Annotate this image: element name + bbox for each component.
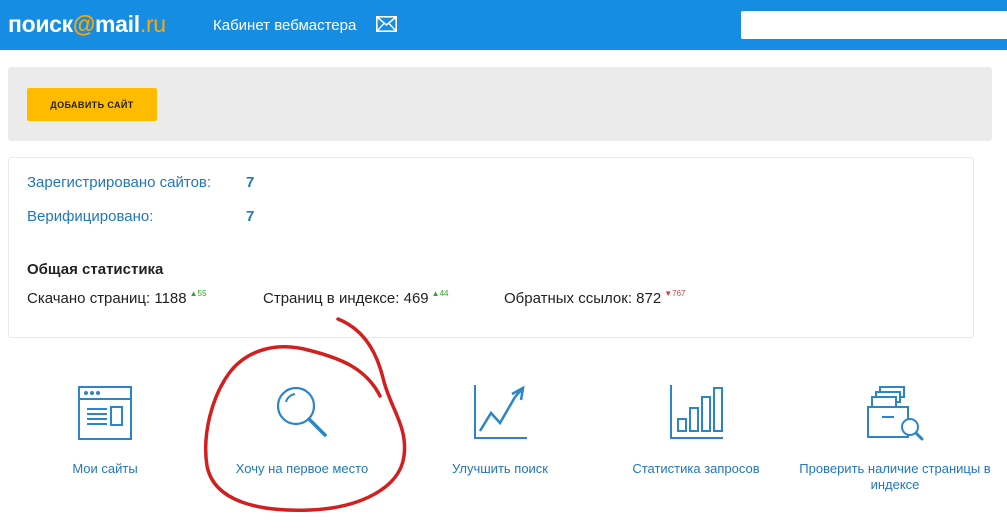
website-window-icon	[78, 386, 132, 440]
registered-sites-count[interactable]: 7	[246, 174, 254, 191]
downloaded-pages-label: Скачано страниц:	[27, 290, 155, 307]
indexed-pages-label: Страниц в индексе:	[263, 290, 404, 307]
downloaded-pages-stat: Скачано страниц: 1188 ▲55	[27, 289, 206, 307]
tool-improve-search-label[interactable]: Улучшить поиск	[440, 461, 560, 477]
indexed-pages-delta: ▲44	[431, 289, 449, 298]
envelope-icon[interactable]	[376, 16, 397, 32]
page-title: Кабинет вебмастера	[213, 17, 357, 34]
tool-check-index[interactable]: Проверить наличие страницы в индексе	[790, 383, 1000, 493]
backlinks-value: 872	[636, 290, 662, 307]
verified-sites-count[interactable]: 7	[246, 208, 254, 225]
tool-query-stats[interactable]: Статистика запросов	[621, 383, 771, 477]
verified-sites-link[interactable]: Верифицировано:	[27, 208, 153, 225]
add-site-panel: ДОБАВИТЬ САЙТ	[8, 67, 992, 141]
logo-part-search: поиск	[8, 11, 73, 37]
downloaded-pages-delta: ▲55	[189, 289, 207, 298]
backlinks-label: Обратных ссылок:	[504, 290, 637, 307]
index-check-icon	[867, 386, 924, 441]
top-header: поиск@mail.ru Кабинет вебмастера	[0, 0, 1007, 50]
backlinks-stat: Обратных ссылок: 872 ▼767	[504, 289, 685, 307]
magnifier-icon	[276, 386, 327, 437]
indexed-pages-stat: Страниц в индексе: 469 ▲44	[263, 289, 448, 307]
search-input[interactable]	[741, 11, 1007, 39]
growth-chart-icon	[474, 385, 527, 439]
logo-ru: ru	[145, 11, 166, 37]
stats-card: Зарегистрировано сайтов: 7 Верифицирован…	[8, 157, 974, 338]
mail-search-logo[interactable]: поиск@mail.ru	[8, 11, 166, 38]
backlinks-delta: ▼767	[664, 289, 686, 298]
tool-my-sites-label[interactable]: Мои сайты	[50, 461, 160, 477]
bar-chart-icon	[670, 385, 723, 439]
add-site-button[interactable]: ДОБАВИТЬ САЙТ	[27, 88, 157, 121]
downloaded-pages-value: 1188	[154, 290, 187, 307]
tool-my-sites[interactable]: Мои сайты	[50, 383, 160, 477]
logo-part-mail: mail	[95, 11, 140, 37]
general-stats-title: Общая статистика	[27, 261, 164, 278]
tool-first-place[interactable]: Хочу на первое место	[222, 383, 382, 477]
tool-check-index-label[interactable]: Проверить наличие страницы в индексе	[790, 461, 1000, 493]
logo-at: @	[72, 11, 96, 37]
tool-query-stats-label[interactable]: Статистика запросов	[621, 461, 771, 477]
tool-first-place-label[interactable]: Хочу на первое место	[222, 461, 382, 477]
indexed-pages-value: 469	[403, 290, 429, 307]
tool-improve-search[interactable]: Улучшить поиск	[440, 383, 560, 477]
registered-sites-link[interactable]: Зарегистрировано сайтов:	[27, 174, 211, 191]
